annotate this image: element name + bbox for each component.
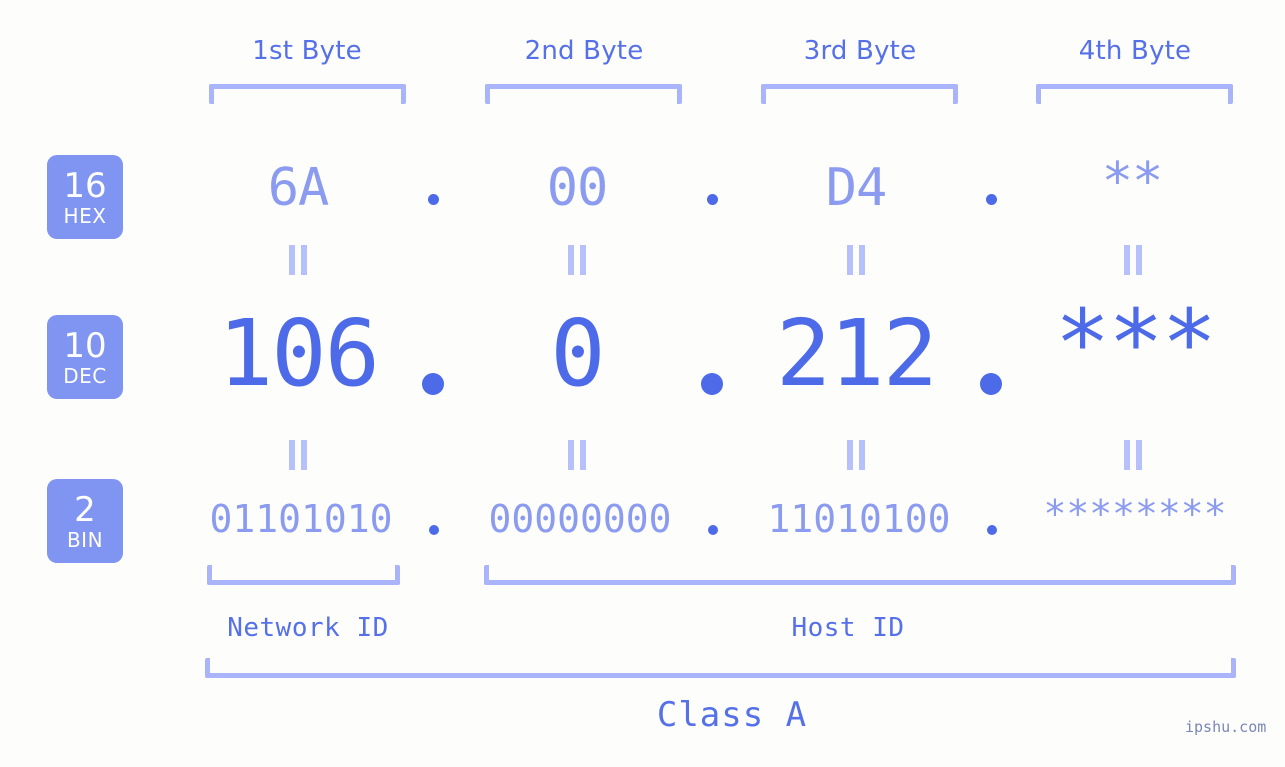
dec-byte-value-2: 0 <box>550 300 605 407</box>
dec-byte-value-4: *** <box>1054 290 1217 397</box>
base-badge-hex: 16 HEX <box>47 155 123 239</box>
byte-header-label-3: 3rd Byte <box>803 36 917 66</box>
equals-icon-hex-dec-4 <box>1122 245 1146 275</box>
equals-icon-hex-dec-2 <box>566 245 590 275</box>
equals-icon-dec-bin-2 <box>566 440 590 470</box>
bin-byte-value-2: 00000000 <box>488 497 672 541</box>
byte-header-label-2: 2nd Byte <box>524 36 644 66</box>
network-id-label: Network ID <box>227 613 389 643</box>
base-badge-hex-name: HEX <box>63 203 107 228</box>
dec-separator-dot-1 <box>422 373 444 395</box>
hex-separator-dot-1 <box>428 194 439 205</box>
hex-byte-value-3: D4 <box>825 158 888 218</box>
byte-header-label-1: 1st Byte <box>252 36 362 66</box>
dec-separator-dot-2 <box>701 373 723 395</box>
byte-bracket-top-3 <box>761 84 958 104</box>
site-credit: ipshu.com <box>1185 718 1267 736</box>
hex-byte-value-2: 00 <box>546 158 609 218</box>
class-label: Class A <box>656 695 808 735</box>
host-id-label: Host ID <box>791 613 905 643</box>
bin-separator-dot-2 <box>708 525 718 535</box>
byte-bracket-top-1 <box>209 84 406 104</box>
hex-separator-dot-2 <box>707 194 718 205</box>
ip-address-breakdown-diagram: 1st Byte 2nd Byte 3rd Byte 4th Byte 16 H… <box>0 0 1285 767</box>
bin-separator-dot-3 <box>987 525 997 535</box>
equals-icon-dec-bin-3 <box>845 440 869 470</box>
base-badge-dec-number: 10 <box>63 325 107 366</box>
base-badge-bin: 2 BIN <box>47 479 123 563</box>
base-badge-hex-number: 16 <box>63 165 107 206</box>
bin-separator-dot-1 <box>429 525 439 535</box>
hex-separator-dot-3 <box>986 194 997 205</box>
class-bracket <box>205 658 1236 678</box>
dec-separator-dot-3 <box>980 373 1002 395</box>
host-id-bracket <box>484 565 1236 585</box>
base-badge-dec-name: DEC <box>63 363 107 388</box>
network-id-bracket <box>207 565 400 585</box>
bin-byte-value-4: ******** <box>1043 492 1227 536</box>
equals-icon-dec-bin-1 <box>287 440 311 470</box>
base-badge-bin-number: 2 <box>74 489 96 530</box>
byte-header-label-4: 4th Byte <box>1078 36 1192 66</box>
dec-byte-value-3: 212 <box>775 300 938 407</box>
hex-byte-value-4: ** <box>1101 152 1164 212</box>
base-badge-dec: 10 DEC <box>47 315 123 399</box>
base-badge-bin-name: BIN <box>66 527 104 552</box>
byte-bracket-top-2 <box>485 84 682 104</box>
byte-bracket-top-4 <box>1036 84 1233 104</box>
hex-byte-value-1: 6A <box>267 158 330 218</box>
bin-byte-value-3: 11010100 <box>767 497 951 541</box>
equals-icon-hex-dec-3 <box>845 245 869 275</box>
dec-byte-value-1: 106 <box>217 300 380 407</box>
bin-byte-value-1: 01101010 <box>209 497 393 541</box>
equals-icon-hex-dec-1 <box>287 245 311 275</box>
equals-icon-dec-bin-4 <box>1122 440 1146 470</box>
